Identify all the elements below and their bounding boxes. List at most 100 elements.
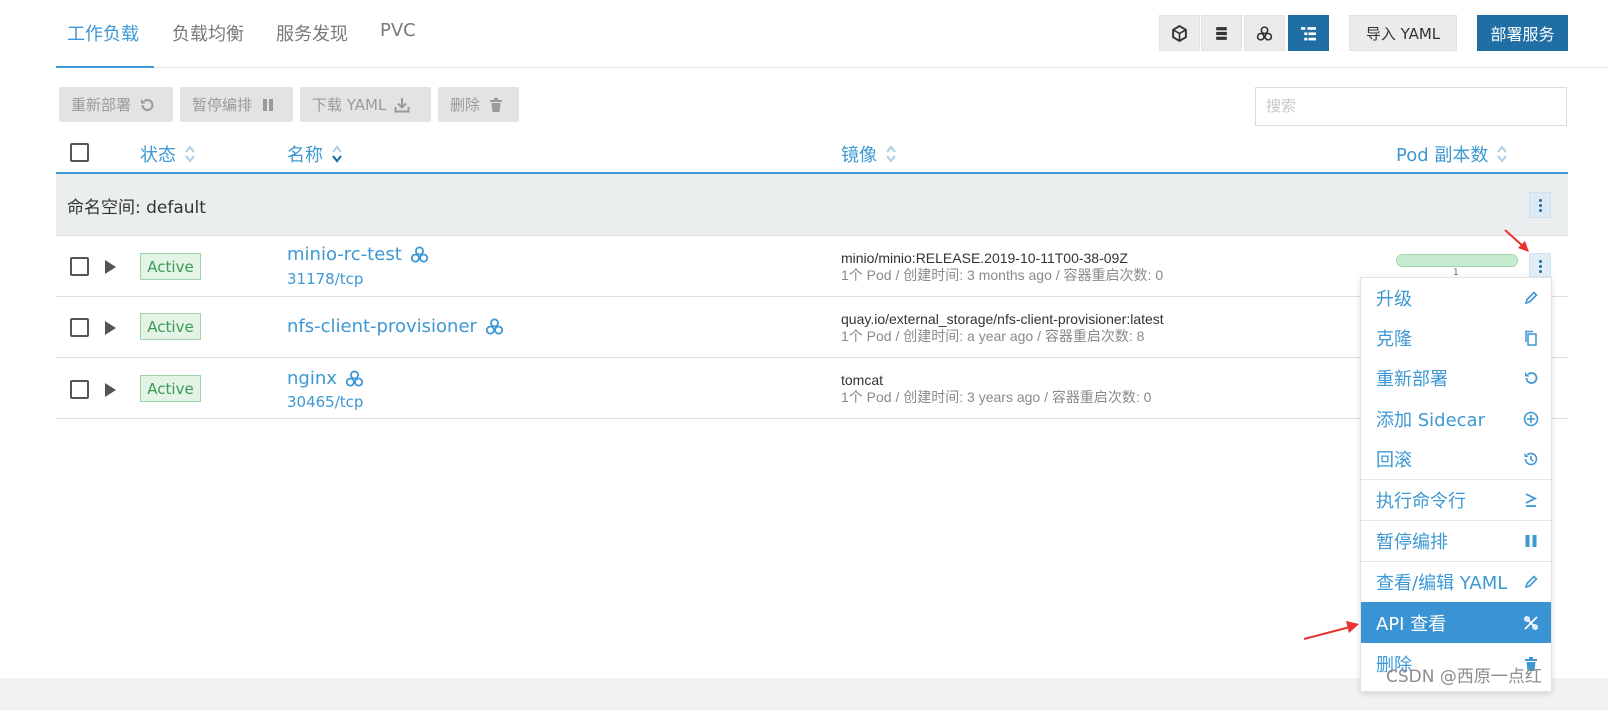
- annotation-arrow-icon: [1303, 621, 1359, 640]
- view-node-button[interactable]: [1159, 15, 1200, 51]
- menu-item-label: 添加 Sidecar: [1376, 410, 1485, 431]
- column-header-pods[interactable]: Pod 副本数: [1396, 141, 1508, 167]
- row-action-menu: 升级 克隆 重新部署 添加 Sidecar 回滚 执行命令行 暂停编排 查看/编…: [1360, 277, 1552, 692]
- cluster-icon: [485, 318, 504, 335]
- pause-icon: [1525, 535, 1537, 547]
- port-link[interactable]: 31178/tcp: [287, 270, 363, 288]
- trash-icon: [490, 97, 503, 112]
- api-tools-icon: [1524, 615, 1538, 630]
- pod-replica-bar: [1396, 254, 1518, 267]
- menu-item-exec-shell[interactable]: 执行命令行: [1361, 479, 1551, 520]
- tab-service-discovery[interactable]: 服务发现: [276, 20, 348, 46]
- expand-row-icon[interactable]: [105, 383, 116, 397]
- search-input[interactable]: [1255, 87, 1567, 126]
- sort-icon: [886, 145, 896, 163]
- row-checkbox[interactable]: [70, 380, 89, 399]
- tab-pvc[interactable]: PVC: [380, 20, 416, 41]
- view-tree-button[interactable]: [1288, 15, 1329, 51]
- namespace-label: 命名空间: default: [67, 198, 206, 218]
- state-header-label: 状态: [140, 145, 176, 166]
- column-header-state[interactable]: 状态: [140, 141, 196, 167]
- watermark: CSDN @西原一点红: [1386, 667, 1542, 687]
- workload-name: nginx: [287, 368, 337, 389]
- image-header-label: 镜像: [841, 145, 877, 166]
- pod-replica-fill: [1397, 255, 1517, 266]
- menu-item-api-view[interactable]: API 查看: [1361, 602, 1551, 643]
- row-actions-button[interactable]: [1529, 253, 1551, 279]
- port-link[interactable]: 30465/tcp: [287, 393, 363, 411]
- terminal-icon: [1525, 493, 1538, 507]
- workload-name-link[interactable]: nginx: [287, 368, 364, 389]
- tab-workloads[interactable]: 工作负载: [67, 20, 139, 46]
- view-group-button[interactable]: [1244, 15, 1285, 51]
- tab-load-balancing[interactable]: 负载均衡: [172, 20, 244, 46]
- workload-name-link[interactable]: nfs-client-provisioner: [287, 316, 504, 337]
- status-badge: Active: [140, 253, 201, 280]
- menu-item-redeploy[interactable]: 重新部署: [1361, 358, 1551, 398]
- table-row: Active nginx 30465/tcp tomcat 1个 Pod / 创…: [56, 358, 1568, 419]
- menu-item-label: 重新部署: [1376, 369, 1448, 390]
- sort-icon: [1497, 145, 1508, 163]
- delete-label: 删除: [450, 96, 481, 114]
- table-row: Active minio-rc-test 31178/tcp minio/min…: [56, 236, 1568, 297]
- column-header-image[interactable]: 镜像: [841, 141, 897, 167]
- download-yaml-button[interactable]: 下载 YAML: [300, 87, 431, 122]
- download-label: 下载 YAML: [312, 96, 387, 114]
- pause-icon: [263, 98, 274, 111]
- menu-item-label: 克隆: [1376, 329, 1412, 350]
- column-header-name[interactable]: 名称: [287, 141, 343, 167]
- cluster-icon: [410, 246, 428, 263]
- pause-orchestration-button[interactable]: 暂停编排: [180, 87, 293, 122]
- redeploy-label: 重新部署: [71, 96, 132, 114]
- image-name: tomcat: [841, 372, 884, 388]
- menu-item-rollback[interactable]: 回滚: [1361, 439, 1551, 479]
- menu-item-label: API 查看: [1376, 613, 1447, 635]
- delete-button[interactable]: 删除: [438, 87, 519, 122]
- expand-row-icon[interactable]: [105, 321, 116, 335]
- pencil-icon: [1524, 575, 1538, 589]
- active-tab-indicator: [56, 66, 154, 68]
- copy-icon: [1525, 330, 1537, 346]
- sort-desc-icon: [332, 145, 342, 163]
- menu-item-edit-yaml[interactable]: 查看/编辑 YAML: [1361, 561, 1551, 602]
- image-name: quay.io/external_storage/nfs-client-prov…: [841, 311, 1164, 327]
- menu-item-label: 回滚: [1376, 450, 1412, 471]
- image-meta: 1个 Pod / 创建时间: 3 months ago / 容器重启次数: 0: [841, 267, 1164, 283]
- history-icon: [1524, 452, 1538, 466]
- menu-item-label: 升级: [1376, 289, 1412, 310]
- image-meta: 1个 Pod / 创建时间: a year ago / 容器重启次数: 8: [841, 328, 1145, 344]
- cube-icon: [1172, 24, 1187, 42]
- workload-name-link[interactable]: minio-rc-test: [287, 244, 429, 265]
- import-yaml-button[interactable]: 导入 YAML: [1349, 15, 1457, 51]
- cluster-icon: [345, 370, 364, 387]
- menu-item-pause[interactable]: 暂停编排: [1361, 520, 1551, 561]
- redeploy-icon: [141, 98, 154, 111]
- pencil-icon: [1524, 291, 1538, 305]
- deploy-service-button[interactable]: 部署服务: [1477, 15, 1568, 51]
- status-badge: Active: [140, 375, 201, 402]
- row-checkbox[interactable]: [70, 318, 89, 337]
- menu-item-label: 查看/编辑 YAML: [1376, 573, 1508, 594]
- add-circle-icon: [1523, 411, 1539, 427]
- download-icon: [394, 97, 410, 112]
- namespace-group-row: 命名空间: default: [56, 174, 1568, 236]
- table-header: 状态 名称 镜像 Pod 副本数: [56, 132, 1568, 174]
- tree-list-icon: [1301, 26, 1316, 40]
- view-list-button[interactable]: [1201, 15, 1242, 51]
- pods-header-label: Pod 副本数: [1396, 145, 1489, 166]
- table-row: Active nfs-client-provisioner quay.io/ex…: [56, 297, 1568, 358]
- menu-item-clone[interactable]: 克隆: [1361, 318, 1551, 358]
- cluster-icon: [1256, 25, 1273, 41]
- image-meta: 1个 Pod / 创建时间: 3 years ago / 容器重启次数: 0: [841, 389, 1152, 405]
- menu-item-add-sidecar[interactable]: 添加 Sidecar: [1361, 399, 1551, 439]
- select-all-checkbox[interactable]: [70, 143, 89, 162]
- menu-item-upgrade[interactable]: 升级: [1361, 278, 1551, 318]
- expand-row-icon[interactable]: [105, 260, 116, 274]
- namespace-actions-button[interactable]: [1529, 192, 1551, 218]
- status-badge: Active: [140, 313, 201, 340]
- pause-label: 暂停编排: [192, 96, 253, 114]
- workload-name: nfs-client-provisioner: [287, 316, 477, 337]
- row-checkbox[interactable]: [70, 257, 89, 276]
- redeploy-button[interactable]: 重新部署: [59, 87, 173, 122]
- workload-name: minio-rc-test: [287, 244, 402, 265]
